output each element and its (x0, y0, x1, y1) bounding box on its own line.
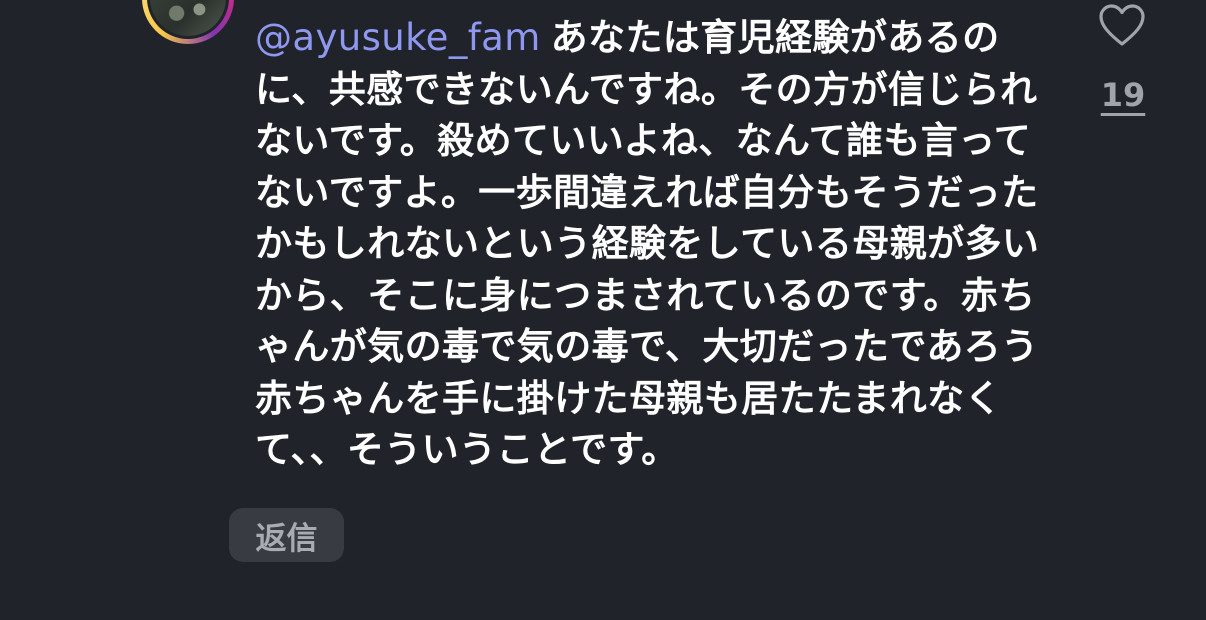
heart-icon[interactable] (1098, 3, 1146, 47)
like-count[interactable]: 19 (1100, 76, 1146, 114)
avatar-ring-gap (147, 0, 229, 39)
mention-link[interactable]: @ayusuke_fam (255, 16, 541, 59)
comment-text: あなたは育児経験があるのに、共感できないんですね。その方が信じられないです。殺め… (255, 16, 1040, 471)
reply-button[interactable]: 返信 (229, 508, 344, 562)
avatar-photo (150, 0, 226, 36)
comment-body: @ayusuke_fam あなたは育児経験があるのに、共感できないんですね。その方… (255, 12, 1045, 476)
avatar[interactable] (142, 0, 234, 44)
